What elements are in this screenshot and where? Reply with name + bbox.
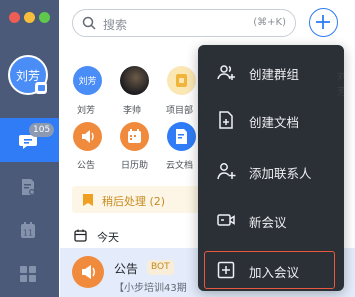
conversation-avatar [72, 256, 104, 288]
quick-app-label: 项目部 [166, 106, 194, 116]
conversation-title: 公告 [114, 262, 139, 276]
quick-contact-liufang[interactable]: 刘芳 [73, 66, 102, 95]
bookmark-icon [83, 194, 93, 206]
section-title-today: 今天 [97, 231, 119, 244]
megaphone-icon [82, 265, 95, 279]
quick-app-label: 李帅 [123, 106, 142, 116]
document-icon [176, 129, 187, 144]
quick-contact-lishuai[interactable] [120, 66, 149, 95]
create-doc-icon [219, 111, 233, 129]
unread-count-badge: 105 [29, 123, 55, 137]
sidebar: 刘芳 105 11 [0, 0, 59, 297]
sidebar-item-docs[interactable] [18, 177, 38, 197]
bot-tag: BOT [147, 260, 174, 275]
menu-item-label: 新会议 [249, 215, 287, 230]
quick-app-label: 日历助 [121, 161, 149, 171]
menu-item-label: 添加联系人 [249, 166, 312, 181]
new-meeting-icon [217, 214, 235, 226]
add-contact-icon [217, 163, 236, 180]
sidebar-item-calendar[interactable]: 11 [18, 220, 38, 240]
selection-highlight [204, 251, 335, 289]
sidebar-item-apps[interactable] [18, 264, 38, 284]
later-banner[interactable]: 稍后处理 (2) [72, 186, 201, 213]
later-banner-label: 稍后处理 (2) [102, 195, 166, 208]
menu-item-label: 创建群组 [249, 67, 300, 82]
search-placeholder: 搜索 [103, 18, 128, 32]
window-close-button[interactable] [9, 12, 20, 23]
menu-item-label: 创建文档 [249, 115, 300, 130]
quick-app-calendar-assistant[interactable] [120, 122, 149, 151]
quick-app-cloud-docs[interactable] [167, 122, 196, 151]
quick-group-project[interactable] [167, 66, 196, 95]
watermark: 刘芳 [337, 72, 347, 98]
quick-app-label: 云文档 [166, 161, 194, 171]
calendar-small-icon [74, 229, 87, 242]
folder-icon [176, 74, 187, 87]
window-zoom-button[interactable] [39, 12, 50, 23]
calendar-icon [128, 129, 141, 143]
search-box[interactable]: 搜索 (⌘+K) [72, 9, 296, 37]
quick-app-label: 刘芳 [77, 106, 96, 116]
conversation-preview: 【小步培训43期 [114, 283, 187, 294]
status-briefcase-icon [35, 82, 47, 94]
menu-item-create-doc[interactable]: 创建文档 [198, 99, 344, 141]
menu-item-create-group[interactable]: 创建群组 [198, 51, 344, 93]
quick-app-announcement[interactable] [73, 122, 102, 151]
svg-text:11: 11 [23, 229, 33, 238]
menu-item-new-meeting[interactable]: 新会议 [198, 199, 344, 241]
window-minimize-button[interactable] [24, 12, 35, 23]
search-icon [82, 16, 96, 30]
plus-icon [316, 15, 330, 29]
menu-item-add-contact[interactable]: 添加联系人 [198, 150, 344, 192]
add-button[interactable] [309, 8, 338, 37]
quick-app-label: 公告 [77, 161, 96, 171]
search-shortcut: (⌘+K) [253, 17, 286, 28]
megaphone-icon [82, 130, 94, 143]
create-group-icon [217, 65, 235, 80]
